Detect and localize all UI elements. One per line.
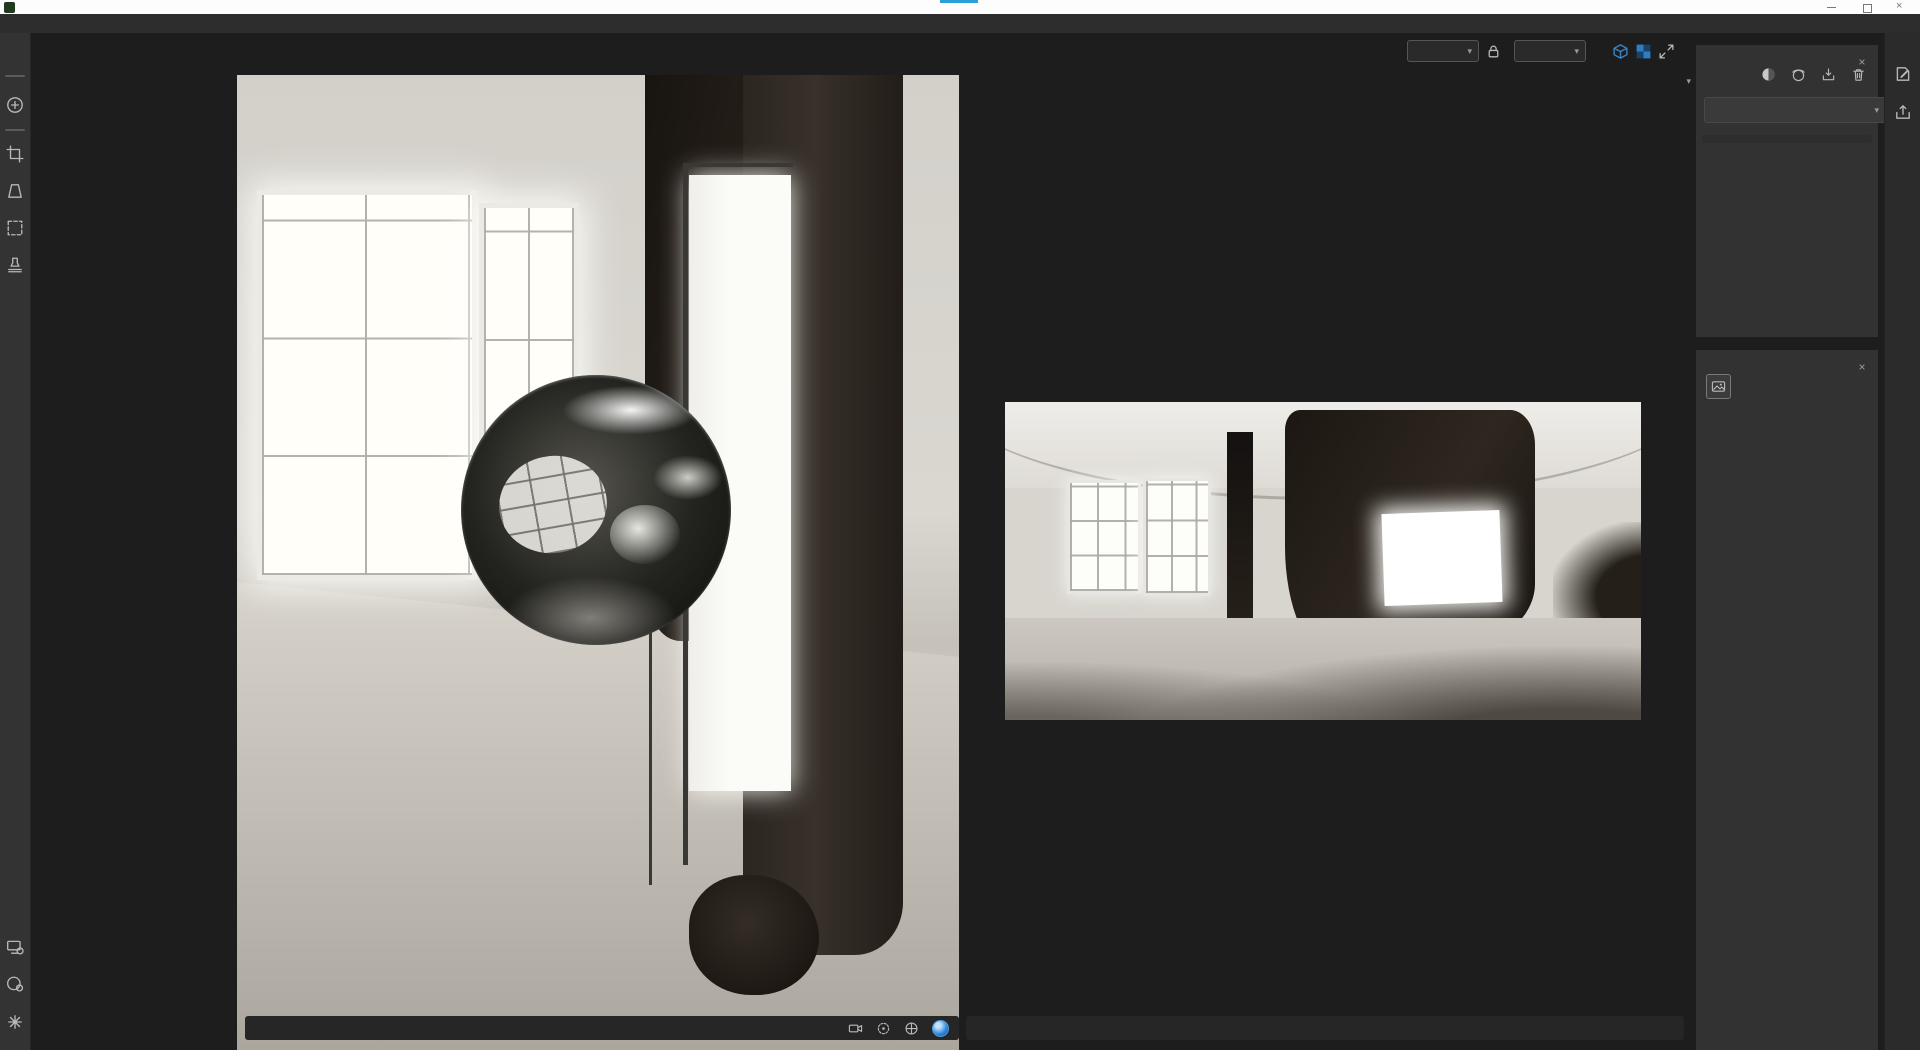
app-window: × × + + × ← <box>0 0 1920 1050</box>
viewport-2d-statusbar <box>966 1016 1684 1040</box>
photo-sandbag <box>689 875 819 995</box>
right-toolbar <box>1884 33 1920 1050</box>
environment-preview-sphere[interactable] <box>461 375 731 645</box>
pano-floor <box>1005 618 1641 720</box>
2d-view-icon[interactable] <box>1635 43 1652 60</box>
title-bar: × <box>0 0 1920 14</box>
export-icon[interactable] <box>1894 103 1912 121</box>
3d-view-icon[interactable] <box>1612 43 1629 60</box>
filter-icon[interactable] <box>1761 67 1776 82</box>
properties-blocks <box>1696 408 1878 1050</box>
blend-mode-dropdown[interactable]: ▾ <box>1704 97 1888 123</box>
properties-layer-name <box>1706 374 1743 399</box>
left-toolbar <box>0 33 31 1050</box>
perspective-icon[interactable] <box>6 182 24 200</box>
effects-icon[interactable] <box>1791 67 1806 82</box>
dial-icon[interactable] <box>876 1021 891 1036</box>
height-dropdown[interactable]: ▾ <box>1514 40 1586 62</box>
viewport-2d-canvas[interactable] <box>1005 402 1641 720</box>
toolbar-divider <box>5 129 25 131</box>
camera-icon[interactable] <box>848 1021 863 1036</box>
add-icon[interactable] <box>6 96 24 114</box>
close-icon[interactable]: × <box>1856 361 1868 373</box>
pano-window <box>1143 478 1211 596</box>
photo-frame-bar <box>683 163 793 167</box>
close-button[interactable]: × <box>1892 3 1912 12</box>
trash-icon[interactable] <box>1851 67 1866 82</box>
pano-window <box>1067 480 1141 594</box>
expand-view-icon[interactable] <box>1658 43 1675 60</box>
globe-icon[interactable] <box>904 1021 919 1036</box>
viewport-3d-statusbar <box>245 1016 959 1040</box>
taskbar-sliver <box>940 0 978 3</box>
share-icon[interactable] <box>1894 65 1912 83</box>
menu-bar <box>0 14 1920 33</box>
image-icon <box>1706 374 1731 399</box>
properties-panel: × <box>1696 350 1878 1050</box>
import-icon[interactable] <box>1821 67 1836 82</box>
sphere-toggle-icon[interactable] <box>932 1020 949 1037</box>
stamp-icon[interactable] <box>6 256 24 274</box>
canvas-frame-icon[interactable] <box>6 219 24 237</box>
layers-panel: × ▾ <box>1696 45 1878 337</box>
pano-bright-diffuser <box>1381 510 1502 606</box>
width-dropdown[interactable]: ▾ <box>1407 40 1479 62</box>
lock-icon[interactable] <box>1485 43 1502 60</box>
photo-window-left <box>257 190 477 580</box>
resolution-controls: ▾ ▾ <box>1401 40 1675 62</box>
display-settings-icon[interactable] <box>6 938 24 956</box>
viewport-area: ▾ ▾ ▾ <box>31 33 1884 1050</box>
pano-drape <box>1227 432 1253 624</box>
crop-icon[interactable] <box>6 145 24 163</box>
app-logo-icon <box>4 2 15 13</box>
material-outputs-dropdown[interactable]: ▾ <box>1491 75 1691 87</box>
toolbar-divider <box>5 75 25 77</box>
sphere-settings-icon[interactable] <box>6 975 24 993</box>
minimize-button[interactable] <box>1822 3 1842 12</box>
plugins-icon[interactable] <box>6 1013 24 1031</box>
restore-button[interactable] <box>1858 3 1878 12</box>
viewport-3d-canvas[interactable] <box>237 75 959 1050</box>
